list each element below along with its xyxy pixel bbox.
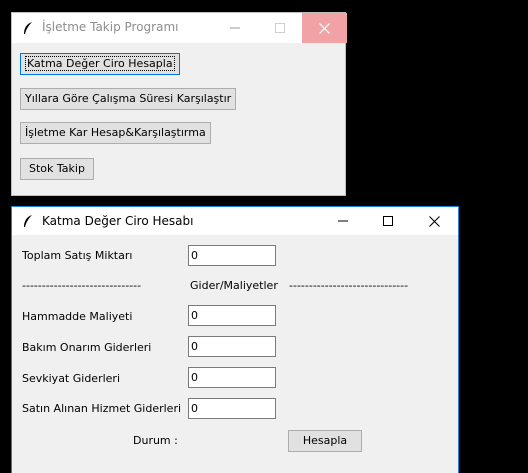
close-button[interactable] bbox=[302, 13, 347, 43]
hammadde-label: Hammadde Maliyeti bbox=[22, 310, 133, 323]
calisma-suresi-label: Yıllara Göre Çalışma Süresi Karşılaştır bbox=[25, 92, 232, 105]
feather-icon bbox=[24, 22, 32, 34]
toplam-satis-input[interactable]: 0 bbox=[188, 245, 276, 266]
bakim-onarim-label: Bakım Onarım Giderleri bbox=[22, 341, 152, 354]
kar-hesap-label: İşletme Kar Hesap&Karşılaştırma bbox=[25, 126, 206, 139]
minimize-button[interactable] bbox=[320, 207, 365, 235]
close-button[interactable] bbox=[412, 207, 457, 235]
bakim-onarim-input[interactable]: 0 bbox=[188, 336, 276, 357]
separator-right: ------------------------------ bbox=[289, 279, 409, 292]
close-icon bbox=[429, 215, 440, 227]
durum-label: Durum : bbox=[133, 434, 178, 447]
calc-window-title: Katma Değer Ciro Hesabı bbox=[42, 214, 194, 228]
minimize-icon bbox=[337, 220, 348, 222]
minimize-icon bbox=[229, 27, 240, 29]
maximize-icon bbox=[382, 216, 393, 226]
main-window: İşletme Takip Programı Katma Değer Ciro … bbox=[11, 12, 347, 196]
main-window-title: İşletme Takip Programı bbox=[42, 20, 179, 34]
main-window-titlebar[interactable]: İşletme Takip Programı bbox=[12, 13, 347, 43]
katma-deger-ciro-label: Katma Değer Ciro Hesapla bbox=[25, 56, 175, 71]
calc-window-titlebar[interactable]: Katma Değer Ciro Hesabı bbox=[12, 207, 458, 235]
calc-window: Katma Değer Ciro Hesabı Toplam Satış Mik… bbox=[11, 206, 459, 473]
main-window-body: Katma Değer Ciro Hesapla Yıllara Göre Ça… bbox=[12, 43, 345, 195]
satin-alinan-label: Satın Alınan Hizmet Giderleri bbox=[22, 402, 182, 415]
satin-alinan-input[interactable]: 0 bbox=[188, 398, 276, 419]
hammadde-input[interactable]: 0 bbox=[188, 305, 276, 326]
stok-takip-label: Stok Takip bbox=[29, 162, 85, 175]
feather-icon bbox=[24, 215, 32, 227]
separator-label: Gider/Maliyetler bbox=[190, 279, 278, 292]
sevkiyat-input[interactable]: 0 bbox=[188, 367, 276, 388]
toplam-satis-label: Toplam Satış Miktarı bbox=[22, 249, 133, 262]
kar-hesap-button[interactable]: İşletme Kar Hesap&Karşılaştırma bbox=[20, 122, 211, 144]
minimize-button[interactable] bbox=[212, 13, 257, 43]
stok-takip-button[interactable]: Stok Takip bbox=[20, 158, 94, 180]
hesapla-label: Hesapla bbox=[302, 434, 348, 447]
separator-left: ------------------------------ bbox=[22, 279, 142, 292]
hesapla-button[interactable]: Hesapla bbox=[288, 430, 362, 452]
katma-deger-ciro-button[interactable]: Katma Değer Ciro Hesapla bbox=[20, 53, 180, 75]
calc-window-body: Toplam Satış Miktarı 0 -----------------… bbox=[12, 235, 458, 473]
maximize-button[interactable] bbox=[257, 13, 302, 43]
close-icon bbox=[319, 22, 330, 34]
calisma-suresi-button[interactable]: Yıllara Göre Çalışma Süresi Karşılaştır bbox=[20, 88, 237, 110]
maximize-icon bbox=[274, 23, 285, 33]
maximize-button[interactable] bbox=[365, 207, 410, 235]
sevkiyat-label: Sevkiyat Giderleri bbox=[22, 372, 121, 385]
